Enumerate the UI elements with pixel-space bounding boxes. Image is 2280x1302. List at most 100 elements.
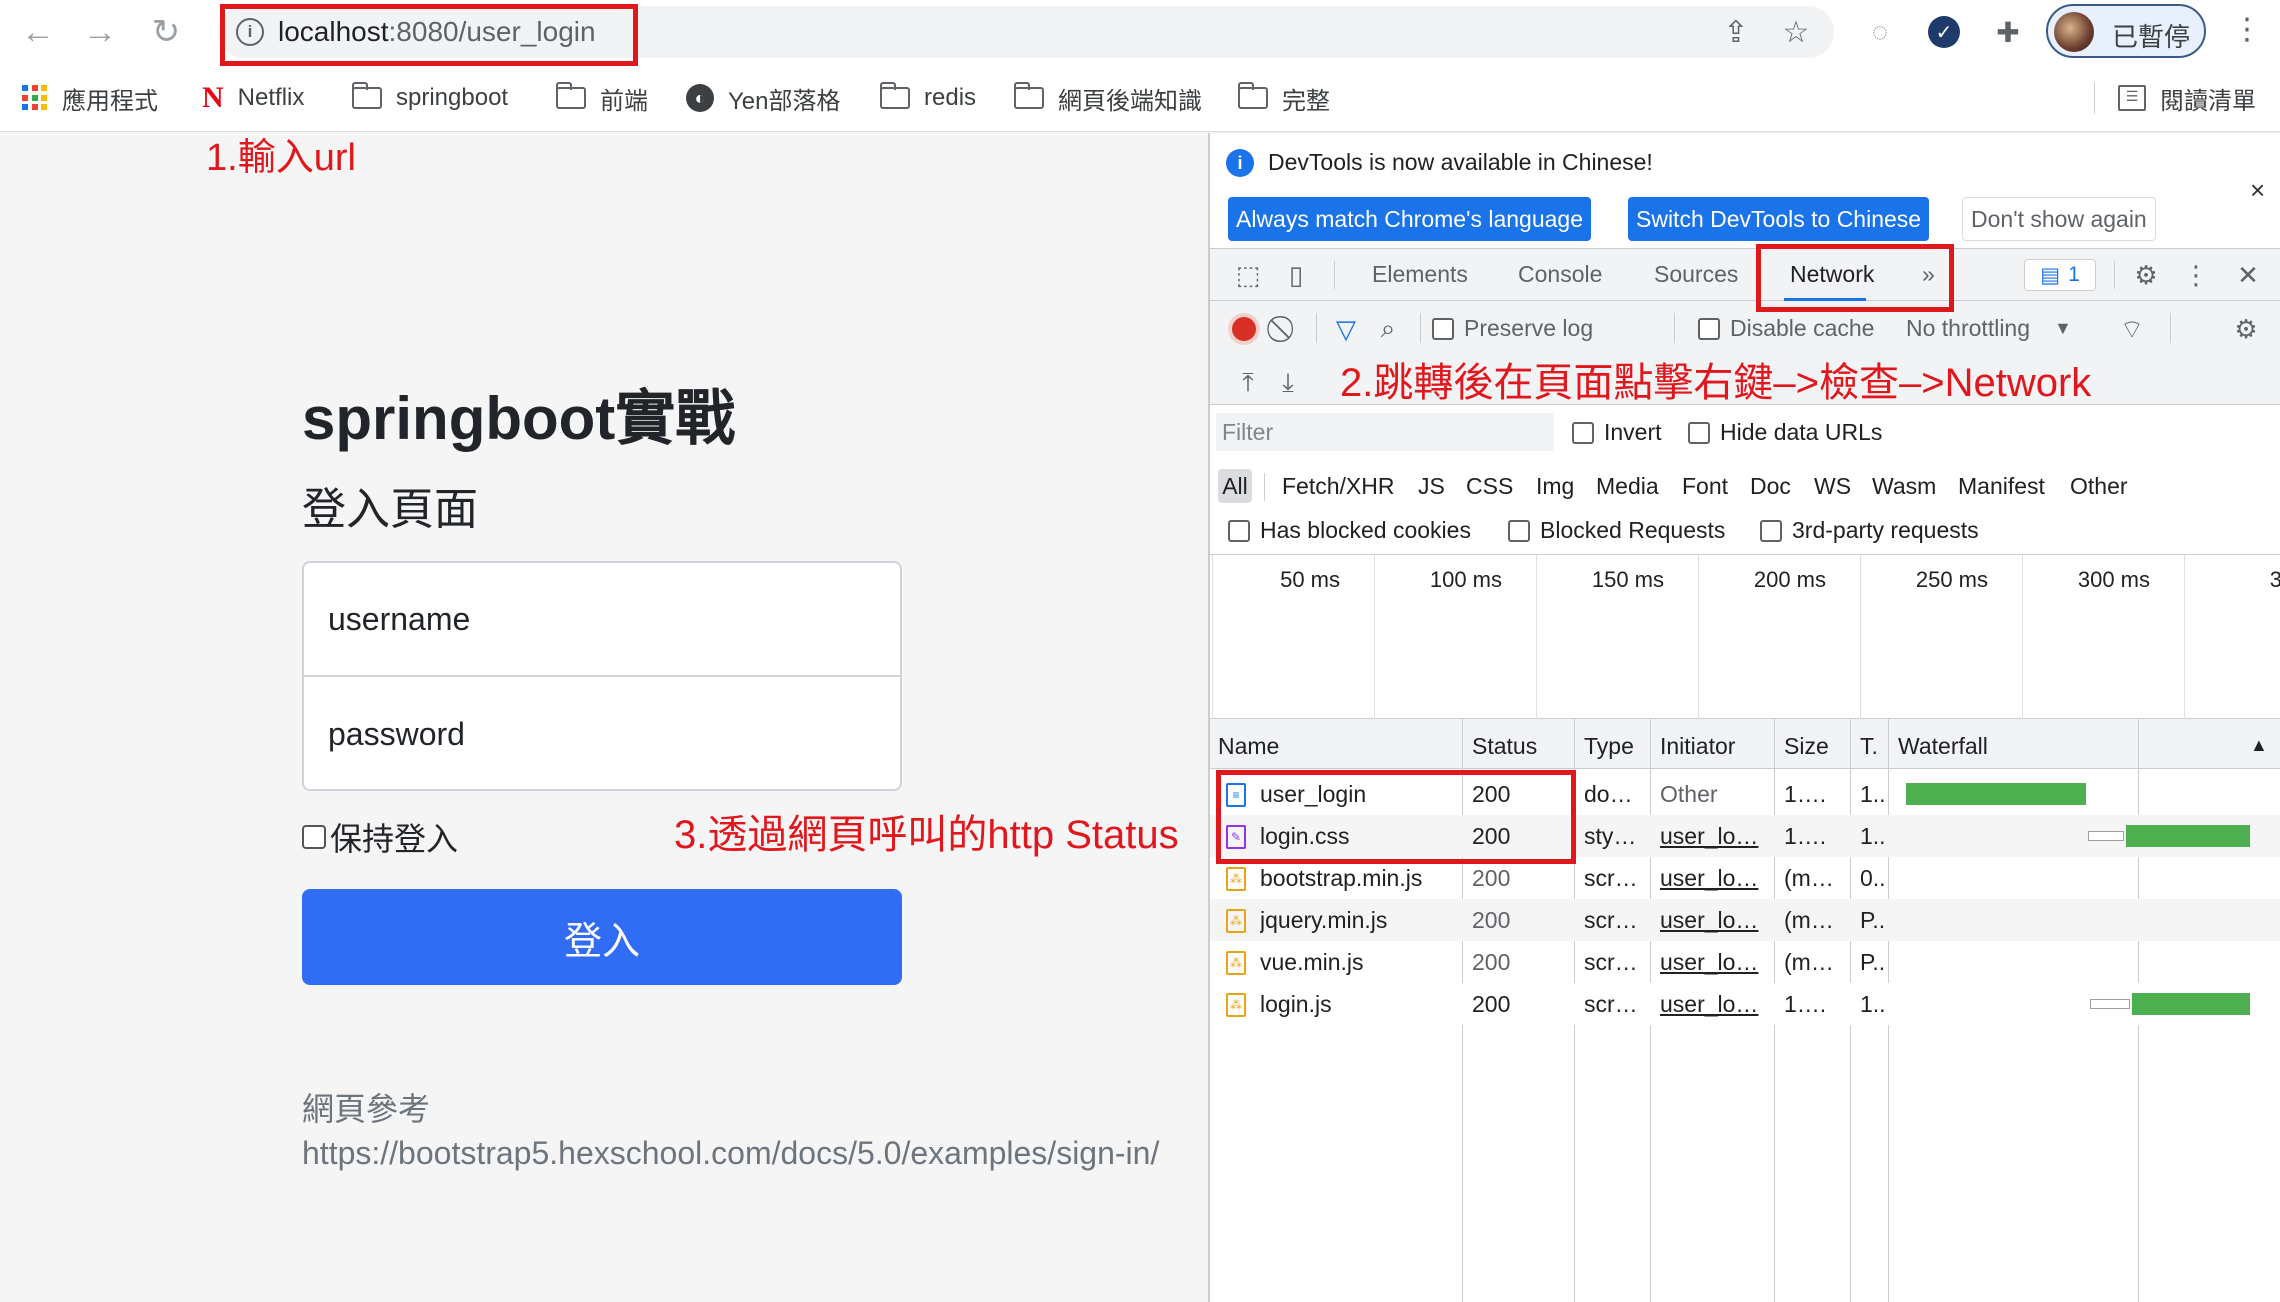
table-row[interactable]: ⁂ login.js 200 scr… user_lo… 1…. 1.. (1210, 983, 2280, 1025)
bookmark-yen-blog[interactable]: ◐ Yen部落格 (686, 78, 841, 118)
has-blocked-cookies-label: Has blocked cookies (1260, 517, 1471, 543)
extension-icon[interactable]: ◌ (1862, 14, 1898, 50)
record-icon[interactable] (1232, 317, 1256, 341)
type-filter-font[interactable]: Font (1682, 473, 1728, 500)
profile-button[interactable]: 已暫停 (2046, 4, 2206, 58)
tab-console[interactable]: Console (1518, 261, 1602, 288)
export-har-icon[interactable]: ⤓ (1272, 367, 1304, 399)
request-initiator[interactable]: user_lo… (1660, 949, 1770, 976)
share-icon[interactable]: ⇪ (1718, 14, 1754, 50)
bookmark-netflix[interactable]: N Netflix (202, 78, 304, 118)
device-toolbar-icon[interactable]: ▯ (1280, 259, 1312, 291)
reference-link[interactable]: https://bootstrap5.hexschool.com/docs/5.… (302, 1129, 1182, 1177)
column-header-type[interactable]: Type (1584, 733, 1634, 760)
bookmark-frontend[interactable]: 前端 (555, 78, 648, 118)
bookmark-label: springboot (396, 84, 509, 111)
menu-icon[interactable]: ⋮ (2232, 12, 2262, 47)
sort-arrow-icon[interactable]: ▲ (2250, 735, 2268, 756)
bookmark-redis[interactable]: redis (879, 78, 976, 118)
bookmark-apps[interactable]: 應用程式 (22, 78, 158, 118)
match-language-button[interactable]: Always match Chrome's language (1228, 197, 1591, 241)
type-filter-css[interactable]: CSS (1466, 473, 1513, 500)
type-filter-ws[interactable]: WS (1814, 473, 1851, 500)
third-party-checkbox[interactable] (1760, 519, 1782, 542)
remember-me[interactable]: 保持登入 (302, 814, 458, 860)
bookmark-springboot[interactable]: springboot (351, 78, 509, 118)
remember-checkbox[interactable] (302, 825, 326, 849)
request-name: login.js (1260, 991, 1332, 1017)
column-header-time[interactable]: T. (1860, 733, 1878, 760)
password-field[interactable]: password (304, 677, 900, 791)
blocked-requests-toggle[interactable]: Blocked Requests (1508, 517, 1725, 544)
close-devtools-icon[interactable]: ✕ (2232, 259, 2264, 291)
has-blocked-cookies-checkbox[interactable] (1228, 519, 1250, 542)
column-header-name[interactable]: Name (1218, 733, 1279, 760)
clear-icon[interactable]: ⃠ (1270, 313, 1302, 345)
network-settings-icon[interactable]: ⚙ (2230, 313, 2262, 345)
star-icon[interactable]: ☆ (1778, 14, 1814, 50)
back-icon[interactable]: ← (18, 12, 58, 52)
divider (2170, 313, 2171, 343)
hide-data-urls-checkbox[interactable] (1688, 421, 1710, 444)
type-filter-js[interactable]: JS (1418, 473, 1445, 500)
dont-show-again-button[interactable]: Don't show again (1962, 197, 2156, 241)
timeline-gridline (1536, 555, 1537, 719)
tab-sources[interactable]: Sources (1654, 261, 1738, 288)
filter-input[interactable]: Filter (1216, 413, 1554, 451)
tab-elements[interactable]: Elements (1372, 261, 1468, 288)
type-filter-other[interactable]: Other (2070, 473, 2128, 500)
type-filter-fetch-xhr[interactable]: Fetch/XHR (1282, 473, 1394, 500)
type-filter-manifest[interactable]: Manifest (1958, 473, 2045, 500)
type-filter-img[interactable]: Img (1536, 473, 1574, 500)
invert-toggle[interactable]: Invert (1572, 419, 1662, 446)
hide-data-urls-toggle[interactable]: Hide data URLs (1688, 419, 1882, 446)
request-time: P.. (1860, 907, 1886, 933)
search-icon[interactable]: ⌕ (1372, 313, 1404, 345)
invert-label: Invert (1604, 419, 1662, 445)
login-button[interactable]: 登入 (302, 889, 902, 985)
import-har-icon[interactable]: ⤒ (1232, 367, 1264, 399)
column-header-waterfall[interactable]: Waterfall (1898, 733, 1988, 760)
devtools-panel: i DevTools is now available in Chinese! … (1208, 133, 2280, 1302)
request-initiator[interactable]: user_lo… (1660, 991, 1770, 1018)
reload-icon[interactable]: ↻ (146, 12, 186, 52)
type-filter-all[interactable]: All (1218, 469, 1252, 503)
switch-language-button[interactable]: Switch DevTools to Chinese (1628, 197, 1930, 241)
close-icon[interactable]: × (2250, 175, 2265, 206)
column-header-size[interactable]: Size (1784, 733, 1829, 760)
column-header-status[interactable]: Status (1472, 733, 1537, 760)
disable-cache-checkbox[interactable] (1698, 317, 1720, 340)
table-row[interactable]: ⁂ jquery.min.js 200 scr… user_lo… (m… P.… (1210, 899, 2280, 941)
network-overview-timeline[interactable]: 50 ms 100 ms 150 ms 200 ms 250 ms 300 ms… (1210, 555, 2280, 845)
request-initiator[interactable]: user_lo… (1660, 823, 1770, 850)
issues-badge[interactable]: ▤ 1 (2024, 259, 2096, 291)
bookmark-complete[interactable]: 完整 (1237, 78, 1330, 118)
third-party-toggle[interactable]: 3rd-party requests (1760, 517, 1979, 544)
preserve-log-checkbox[interactable] (1432, 317, 1454, 340)
filter-icon[interactable]: ▽ (1330, 313, 1362, 345)
preserve-log-toggle[interactable]: Preserve log (1432, 315, 1593, 342)
inspect-element-icon[interactable]: ⬚ (1232, 259, 1264, 291)
settings-icon[interactable]: ⚙ (2130, 259, 2162, 291)
username-field[interactable]: username (304, 563, 900, 677)
request-initiator[interactable]: user_lo… (1660, 865, 1770, 892)
column-header-initiator[interactable]: Initiator (1660, 733, 1735, 760)
extension-check-icon[interactable]: ✓ (1926, 14, 1962, 50)
disable-cache-toggle[interactable]: Disable cache (1698, 315, 1874, 342)
blocked-requests-checkbox[interactable] (1508, 519, 1530, 542)
has-blocked-cookies-toggle[interactable]: Has blocked cookies (1228, 517, 1471, 544)
table-row[interactable]: ⁂ vue.min.js 200 scr… user_lo… (m… P.. (1210, 941, 2280, 983)
type-filter-media[interactable]: Media (1596, 473, 1659, 500)
invert-checkbox[interactable] (1572, 421, 1594, 444)
forward-icon[interactable]: → (80, 12, 120, 52)
type-filter-wasm[interactable]: Wasm (1872, 473, 1936, 500)
type-filter-doc[interactable]: Doc (1750, 473, 1791, 500)
reading-list[interactable]: ☰ 閱讀清單 (2118, 78, 2256, 118)
devtools-infobar: i DevTools is now available in Chinese! … (1210, 133, 2280, 249)
bookmark-backend[interactable]: 網頁後端知識 (1013, 78, 1202, 118)
puzzle-icon[interactable]: ✚ (1990, 14, 2026, 50)
request-initiator[interactable]: user_lo… (1660, 907, 1770, 934)
kebab-menu-icon[interactable]: ⋮ (2180, 259, 2212, 291)
throttling-select[interactable]: No throttling ▼ (1906, 315, 2072, 342)
network-conditions-icon[interactable]: ⌔ (2116, 313, 2148, 345)
